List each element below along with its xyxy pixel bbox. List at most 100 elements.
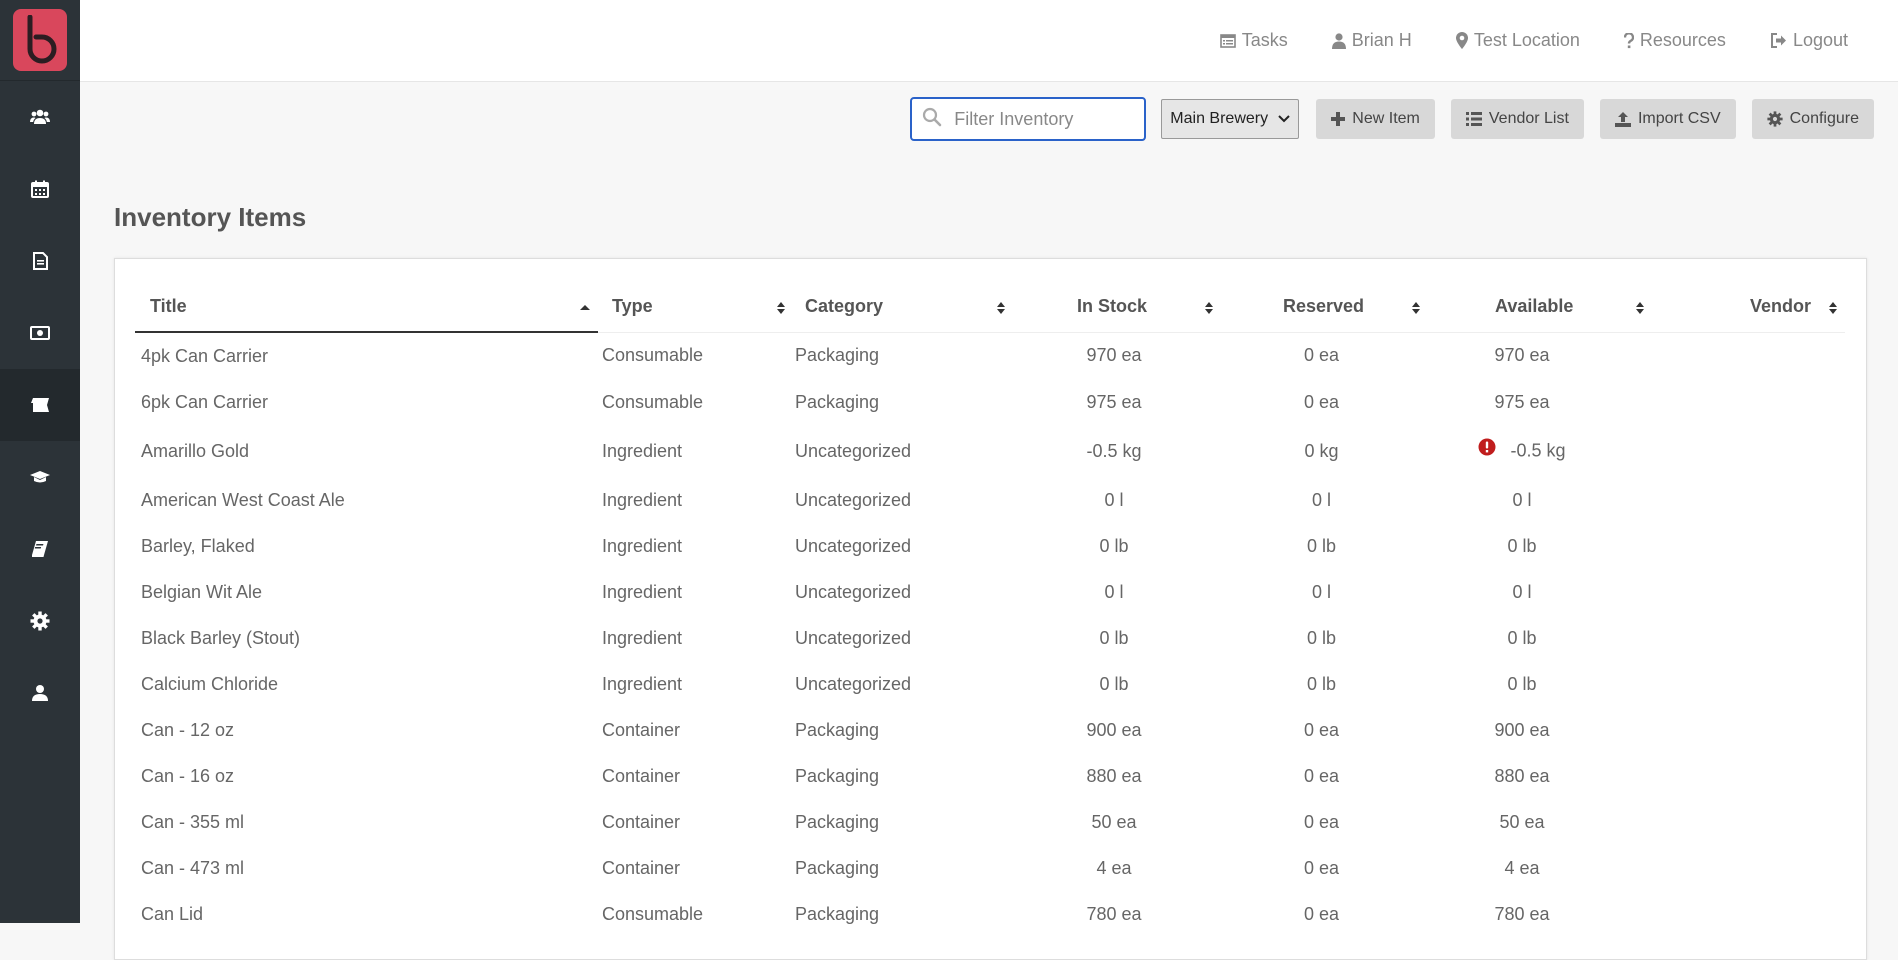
cell-title[interactable]: Can Lid	[135, 891, 598, 937]
nav-training[interactable]	[0, 441, 80, 513]
cell-title[interactable]: Can - 12 oz	[135, 707, 598, 753]
cell-reserved: 0 ea	[1221, 379, 1428, 425]
cell-in-stock-text: 900 ea	[1086, 719, 1142, 740]
cell-available-text: 0 lb	[1507, 673, 1537, 694]
cell-category-text: Uncategorized	[795, 581, 912, 602]
nav-documents[interactable]	[0, 225, 80, 297]
cell-title[interactable]: Can - 473 ml	[135, 845, 598, 891]
cell-available: 970 ea	[1428, 332, 1652, 379]
brand-logo[interactable]	[13, 9, 67, 71]
cell-type-text: Consumable	[602, 391, 704, 412]
logo-area[interactable]	[0, 0, 80, 81]
cell-reserved: 0 ea	[1221, 332, 1428, 379]
cell-available-text: 0 l	[1512, 581, 1532, 602]
cell-vendor	[1652, 379, 1845, 425]
cell-title[interactable]: Can - 355 ml	[135, 799, 598, 845]
cell-available-text: -0.5 kg	[1510, 439, 1566, 460]
table-row[interactable]: Can - 355 ml Container Packaging 50 ea 0 ea 5…	[135, 799, 1845, 845]
nav-settings[interactable]	[0, 585, 80, 657]
cell-available: 0 l	[1428, 569, 1652, 615]
cell-title[interactable]: Calcium Chloride	[135, 661, 598, 707]
table-row[interactable]: 6pk Can Carrier Consumable Packaging 975 ea…	[135, 379, 1845, 425]
cell-type: Container	[598, 799, 791, 845]
cell-title-text: Calcium Chloride	[141, 673, 279, 694]
map-marker-icon	[1455, 32, 1468, 49]
search-icon	[912, 107, 952, 132]
top-bar: Tasks Brian H Test Location Resources Lo…	[80, 0, 1898, 82]
cell-vendor	[1652, 569, 1845, 615]
cell-vendor	[1652, 661, 1845, 707]
search-input[interactable]	[952, 107, 1127, 131]
cell-title-text: Amarillo Gold	[141, 440, 250, 461]
column-header-type[interactable]: Type	[598, 281, 791, 333]
table-row[interactable]: American West Coast Ale Ingredient Uncateg…	[135, 477, 1845, 523]
user-link[interactable]: Brian H	[1331, 30, 1412, 51]
column-header-title[interactable]: Title	[135, 281, 598, 333]
cell-vendor	[1652, 753, 1845, 799]
cell-in-stock: 50 ea	[1013, 799, 1221, 845]
configure-button[interactable]: Configure	[1751, 99, 1874, 139]
resources-link[interactable]: Resources	[1623, 30, 1726, 51]
nav-users[interactable]	[0, 81, 80, 153]
cell-in-stock: 970 ea	[1013, 332, 1221, 379]
cell-title-text: 6pk Can Carrier	[141, 391, 269, 412]
nav-recipes[interactable]	[0, 513, 80, 585]
table-row[interactable]: Calcium Chloride Ingredient Uncategorized 0…	[135, 661, 1845, 707]
cell-category-text: Packaging	[795, 857, 880, 878]
table-row[interactable]: Barley, Flaked Ingredient Uncategorized 0 l…	[135, 523, 1845, 569]
column-header-reserved[interactable]: Reserved	[1221, 281, 1428, 333]
configure-label: Configure	[1789, 110, 1859, 127]
new-item-button[interactable]: New Item	[1316, 99, 1435, 139]
table-row[interactable]: Can - 16 oz Container Packaging 880 ea 0 ea 8…	[135, 753, 1845, 799]
cell-vendor	[1652, 425, 1845, 477]
cell-category-text: Uncategorized	[795, 440, 912, 461]
column-header-available[interactable]: Available	[1428, 281, 1652, 333]
tasks-label: Tasks	[1241, 30, 1288, 50]
cell-title[interactable]: Amarillo Gold	[135, 425, 598, 477]
column-label: In Stock	[1077, 296, 1148, 316]
nav-inventory[interactable]	[0, 369, 80, 441]
table-row[interactable]: Black Barley (Stout) Ingredient Uncategori…	[135, 615, 1845, 661]
cell-vendor	[1652, 615, 1845, 661]
cell-type: Consumable	[598, 332, 791, 379]
cell-available-text: 880 ea	[1494, 765, 1550, 786]
table-row[interactable]: Belgian Wit Ale Ingredient Uncategorized 0 …	[135, 569, 1845, 615]
column-header-in-stock[interactable]: In Stock	[1013, 281, 1221, 333]
cell-reserved-text: 0 kg	[1304, 440, 1339, 461]
nav-money[interactable]	[0, 297, 80, 369]
tasks-link[interactable]: Tasks	[1219, 30, 1288, 51]
cell-title[interactable]: Barley, Flaked	[135, 523, 598, 569]
column-header-vendor[interactable]: Vendor	[1652, 281, 1845, 333]
cell-title[interactable]: 4pk Can Carrier	[135, 332, 598, 379]
cell-category-text: Packaging	[795, 903, 880, 924]
cell-type: Ingredient	[598, 523, 791, 569]
cell-category: Packaging	[791, 845, 1013, 891]
table-row[interactable]: 4pk Can Carrier Consumable Packaging 970 ea…	[135, 332, 1845, 379]
table-row[interactable]: Can - 473 ml Container Packaging 4 ea 0 ea 4 …	[135, 845, 1845, 891]
cell-title[interactable]: Can - 16 oz	[135, 753, 598, 799]
warning-icon[interactable]	[1478, 438, 1496, 461]
vendor-list-button[interactable]: Vendor List	[1450, 99, 1584, 139]
cell-in-stock: 0 lb	[1013, 615, 1221, 661]
cell-type: Ingredient	[598, 569, 791, 615]
nav-calendar[interactable]	[0, 153, 80, 225]
cell-title[interactable]: 6pk Can Carrier	[135, 379, 598, 425]
column-header-category[interactable]: Category	[791, 281, 1013, 333]
cell-title[interactable]: Belgian Wit Ale	[135, 569, 598, 615]
cell-available-text: 0 l	[1512, 489, 1532, 510]
table-row[interactable]: Amarillo Gold Ingredient Uncategorized -0.5…	[135, 425, 1845, 477]
cell-title[interactable]: American West Coast Ale	[135, 477, 598, 523]
search-box[interactable]	[910, 97, 1147, 141]
location-link[interactable]: Test Location	[1455, 30, 1580, 51]
list-icon	[1465, 112, 1482, 126]
cell-type-text: Ingredient	[602, 673, 683, 694]
table-row[interactable]: Can Lid Consumable Packaging 780 ea 0 ea 780 …	[135, 891, 1845, 937]
location-select[interactable]: Main Brewery	[1161, 99, 1300, 139]
table-row[interactable]: Can - 12 oz Container Packaging 900 ea 0 ea 9…	[135, 707, 1845, 753]
cell-title[interactable]: Black Barley (Stout)	[135, 615, 598, 661]
nav-account[interactable]	[0, 657, 80, 729]
import-csv-button[interactable]: Import CSV	[1599, 99, 1736, 139]
cell-reserved-text: 0 ea	[1303, 857, 1340, 878]
location-select-value: Main Brewery	[1170, 110, 1269, 127]
logout-link[interactable]: Logout	[1770, 30, 1848, 51]
